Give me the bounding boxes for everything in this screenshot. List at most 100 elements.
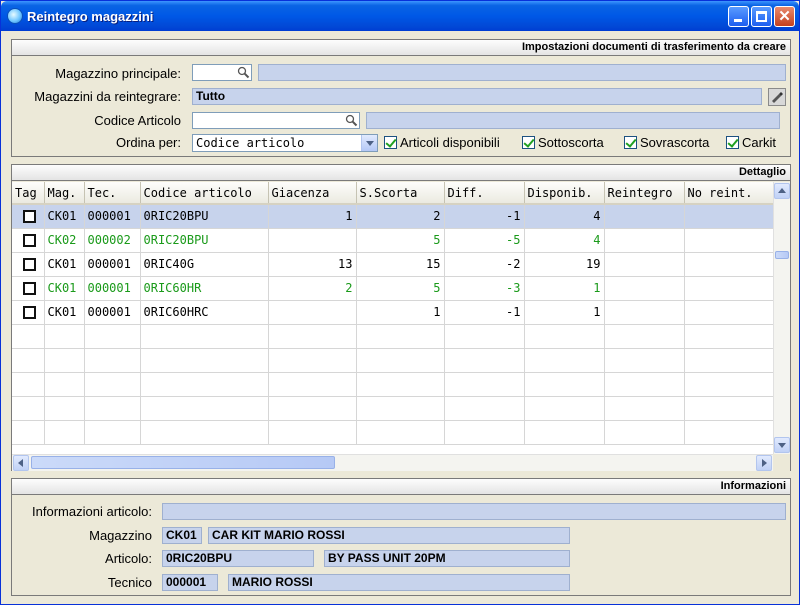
- horizontal-scrollbar[interactable]: [12, 454, 773, 471]
- close-icon: ✕: [778, 8, 791, 25]
- vertical-scrollbar[interactable]: [773, 182, 790, 454]
- empty-cell: [684, 372, 774, 397]
- empty-cell: [444, 348, 525, 373]
- tag-checkbox[interactable]: [23, 282, 36, 295]
- empty-cell: [84, 372, 141, 397]
- scroll-right-icon[interactable]: [756, 455, 772, 471]
- scroll-down-icon[interactable]: [774, 437, 790, 453]
- empty-cell: [44, 324, 85, 349]
- empty-cell: [684, 348, 774, 373]
- scroll-left-icon[interactable]: [13, 455, 29, 471]
- checkbox-icon[interactable]: [522, 136, 535, 149]
- empty-cell: [356, 324, 445, 349]
- articolo-label: Articolo:: [105, 551, 152, 566]
- table-row[interactable]: CK01 000001 0RIC20BPU 1 2 -1 4: [12, 204, 774, 229]
- empty-cell: [356, 396, 445, 421]
- cell-giacenza: 2: [268, 276, 357, 301]
- window: Reintegro magazzini ✕ Impostazioni docum…: [0, 0, 800, 605]
- magazzino-name: CAR KIT MARIO ROSSI: [208, 527, 570, 544]
- table-row[interactable]: CK01 000001 0RIC60HRC 1 -1 1: [12, 300, 774, 325]
- edit-icon[interactable]: [768, 88, 786, 106]
- search-icon[interactable]: [237, 66, 250, 79]
- table-row[interactable]: CK01 000001 0RIC60HR 2 5 -3 1: [12, 276, 774, 301]
- empty-cell: [268, 348, 357, 373]
- maximize-button[interactable]: [751, 6, 772, 27]
- tag-checkbox[interactable]: [23, 306, 36, 319]
- empty-cell: [524, 396, 605, 421]
- empty-cell: [84, 324, 141, 349]
- table-row[interactable]: CK02 000002 0RIC20BPU 5 -5 4: [12, 228, 774, 253]
- tag-checkbox[interactable]: [23, 234, 36, 247]
- check-sovrascorta[interactable]: Sovrascorta: [624, 135, 709, 151]
- settings-header: Impostazioni documenti di trasferimento …: [12, 40, 790, 56]
- ordina-value: Codice articolo: [196, 136, 305, 150]
- checkbox-icon[interactable]: [624, 136, 637, 149]
- chevron-down-icon[interactable]: [361, 135, 377, 151]
- magazzino-principale-input[interactable]: [192, 64, 252, 81]
- empty-cell: [140, 324, 269, 349]
- info-header: Informazioni: [12, 479, 790, 495]
- magazzino-principale-desc: [258, 64, 786, 81]
- empty-cell: [12, 420, 45, 445]
- empty-cell: [268, 372, 357, 397]
- cell-mag: CK01: [44, 252, 85, 277]
- cell-diff: -1: [444, 300, 525, 325]
- tecnico-label: Tecnico: [107, 575, 152, 590]
- codice-articolo-input[interactable]: [192, 112, 360, 129]
- check-label: Carkit: [742, 135, 776, 150]
- column-header[interactable]: Diff.: [444, 182, 525, 205]
- empty-row: [12, 324, 774, 349]
- tag-checkbox[interactable]: [23, 258, 36, 271]
- empty-row: [12, 396, 774, 421]
- ordina-label: Ordina per:: [115, 135, 181, 150]
- empty-row: [12, 348, 774, 373]
- magazzini-value[interactable]: Tutto: [192, 88, 762, 105]
- title-bar[interactable]: Reintegro magazzini ✕: [1, 1, 799, 31]
- cell-scorta: 15: [356, 252, 445, 277]
- minimize-button[interactable]: [728, 6, 749, 27]
- column-header[interactable]: Codice articolo: [140, 182, 269, 205]
- horizontal-scroll-thumb[interactable]: [31, 456, 335, 469]
- empty-cell: [524, 420, 605, 445]
- column-header[interactable]: Mag.: [44, 182, 85, 205]
- empty-cell: [44, 372, 85, 397]
- scroll-up-icon[interactable]: [774, 183, 790, 199]
- search-icon[interactable]: [345, 114, 358, 127]
- column-header[interactable]: Reintegro: [604, 182, 685, 205]
- empty-cell: [44, 396, 85, 421]
- check-articoli-disponibili[interactable]: Articoli disponibili: [384, 135, 500, 151]
- column-header[interactable]: Tec.: [84, 182, 141, 205]
- table-row[interactable]: CK01 000001 0RIC40G 13 15 -2 19: [12, 252, 774, 277]
- vertical-scroll-thumb[interactable]: [775, 251, 789, 259]
- cell-disp: 1: [524, 276, 605, 301]
- tag-checkbox[interactable]: [23, 210, 36, 224]
- close-button[interactable]: ✕: [774, 6, 795, 27]
- empty-cell: [140, 348, 269, 373]
- cell-codice: 0RIC60HRC: [140, 300, 269, 325]
- column-header[interactable]: Tag: [12, 182, 45, 205]
- column-header[interactable]: Giacenza: [268, 182, 357, 205]
- cell-tec: 000001: [84, 204, 141, 229]
- cell-diff: -5: [444, 228, 525, 253]
- empty-cell: [268, 420, 357, 445]
- column-header[interactable]: Disponib.: [524, 182, 605, 205]
- check-sottoscorta[interactable]: Sottoscorta: [522, 135, 604, 151]
- empty-row: [12, 372, 774, 397]
- column-header[interactable]: S.Scorta: [356, 182, 445, 205]
- ordina-select[interactable]: Codice articolo: [192, 134, 378, 152]
- checkbox-icon[interactable]: [384, 136, 397, 149]
- cell-tec: 000001: [84, 276, 141, 301]
- empty-cell: [356, 420, 445, 445]
- codice-articolo-desc: [366, 112, 780, 129]
- column-header[interactable]: No reint.: [684, 182, 774, 205]
- empty-cell: [444, 420, 525, 445]
- check-carkit[interactable]: Carkit: [726, 135, 776, 151]
- tecnico-code: 000001: [162, 574, 218, 591]
- cell-mag: CK01: [44, 276, 85, 301]
- checkbox-icon[interactable]: [726, 136, 739, 149]
- detail-grid[interactable]: Tag Mag. Tec. Codice articolo Giacenza S.Scor…: [12, 182, 790, 471]
- empty-cell: [84, 348, 141, 373]
- magazzini-label: Magazzini da reintegrare:: [34, 89, 181, 104]
- settings-panel: Impostazioni documenti di trasferimento …: [11, 39, 791, 157]
- cell-diff: -1: [444, 204, 525, 229]
